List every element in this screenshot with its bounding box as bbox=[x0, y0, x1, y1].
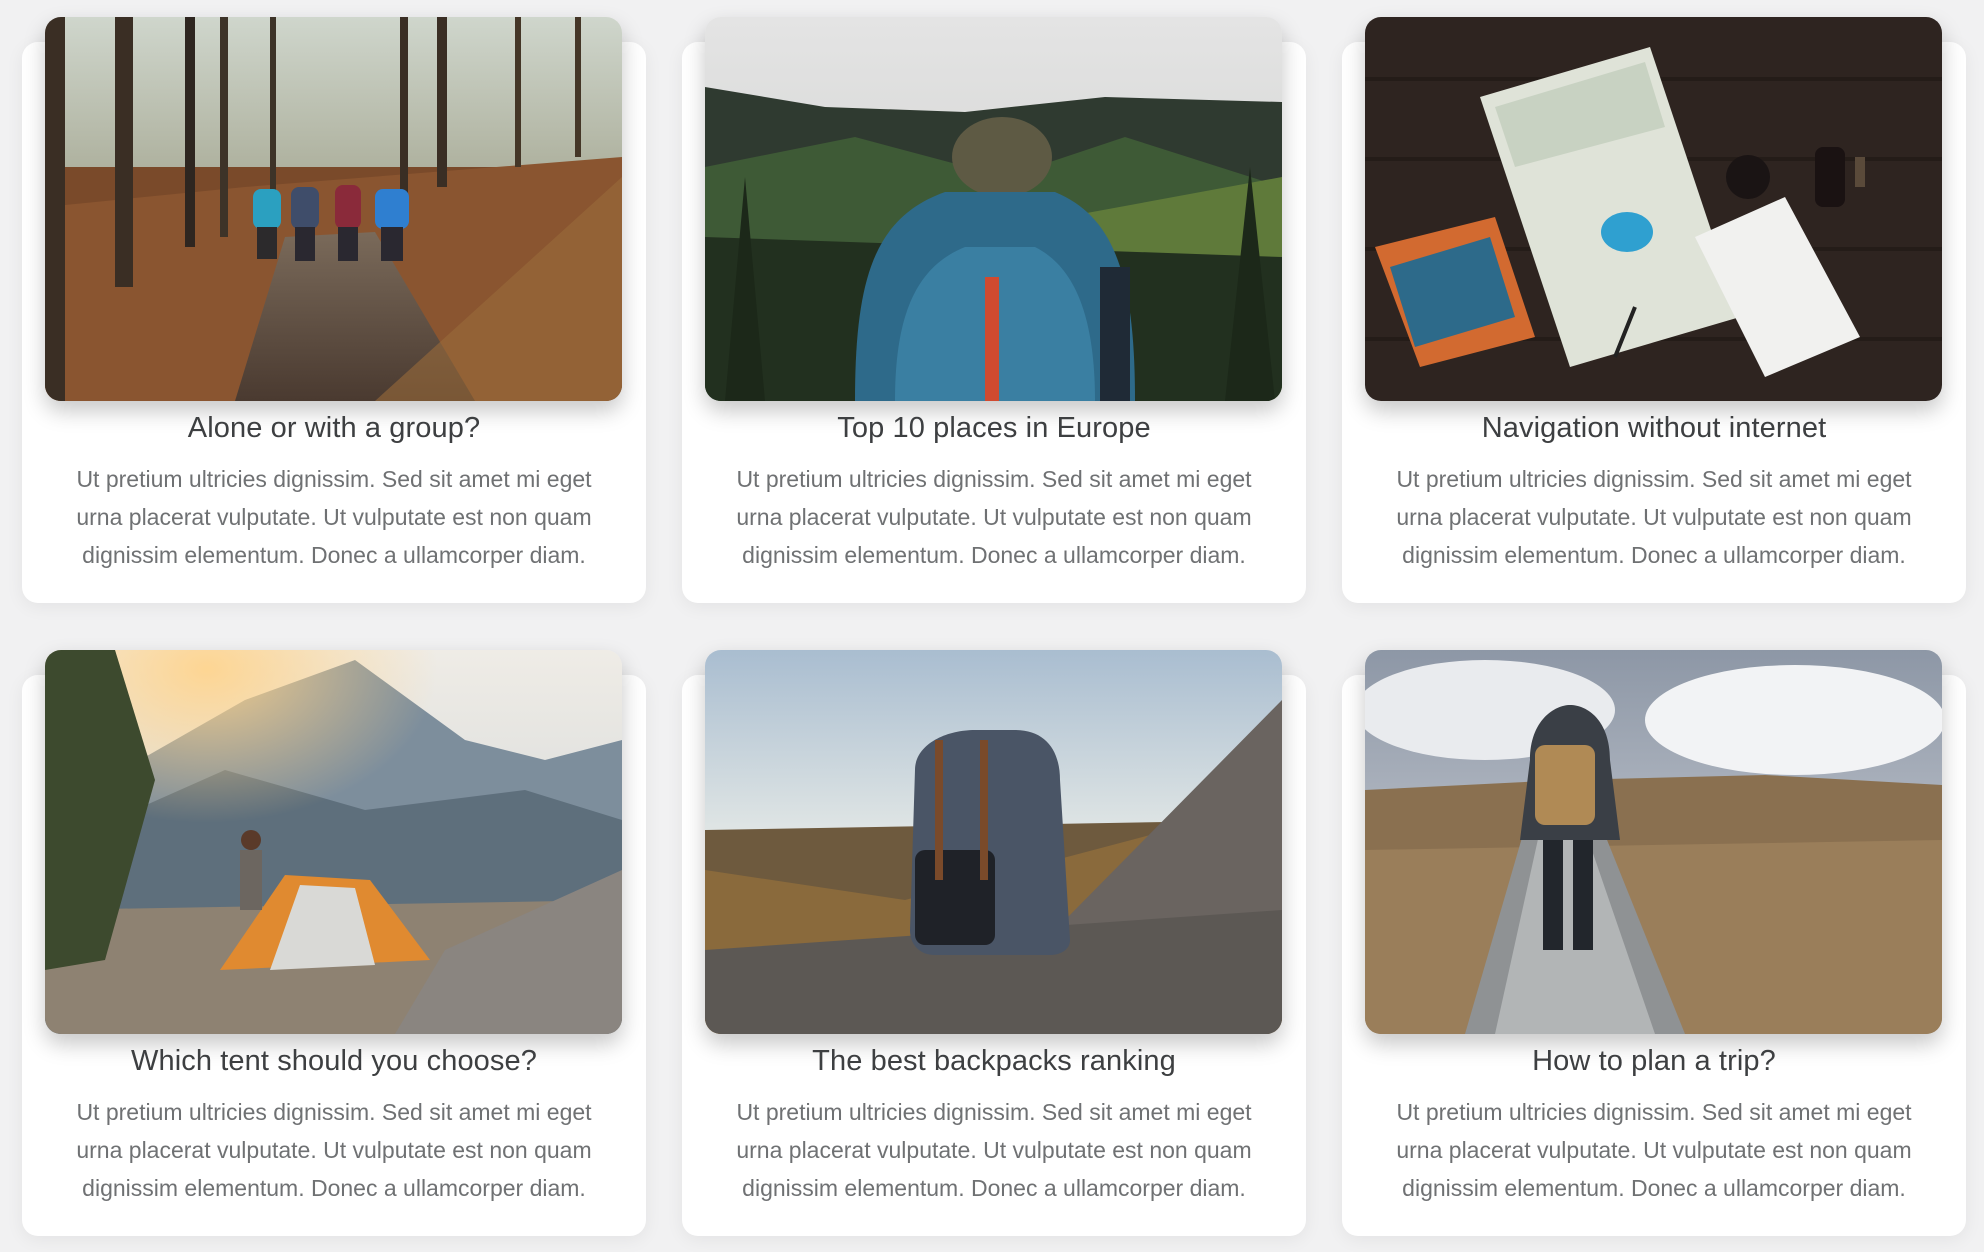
card-grid: Alone or with a group? Ut pretium ultric… bbox=[0, 0, 1984, 1252]
card-description: Ut pretium ultricies dignissim. Sed sit … bbox=[1396, 1099, 1912, 1201]
card-plan-a-trip[interactable]: How to plan a trip? Ut pretium ultricies… bbox=[1342, 650, 1966, 1236]
paper-map-table-photo bbox=[1365, 17, 1942, 401]
card-title[interactable]: The best backpacks ranking bbox=[682, 1043, 1306, 1079]
card-image[interactable] bbox=[45, 650, 622, 1034]
hiker-stone-path-photo bbox=[1365, 650, 1942, 1034]
card-title[interactable]: Top 10 places in Europe bbox=[682, 410, 1306, 446]
card-navigation-without-internet[interactable]: Navigation without internet Ut pretium u… bbox=[1342, 17, 1966, 603]
card-image[interactable] bbox=[705, 650, 1282, 1034]
card-which-tent[interactable]: Which tent should you choose? Ut pretium… bbox=[22, 650, 646, 1236]
backpack-rocks-photo bbox=[705, 650, 1282, 1034]
forest-hikers-photo bbox=[45, 17, 622, 401]
card-title[interactable]: How to plan a trip? bbox=[1342, 1043, 1966, 1079]
mountain-tent-photo bbox=[45, 650, 622, 1034]
card-description: Ut pretium ultricies dignissim. Sed sit … bbox=[76, 466, 592, 568]
card-description: Ut pretium ultricies dignissim. Sed sit … bbox=[736, 1099, 1252, 1201]
card-top-places-europe[interactable]: Top 10 places in Europe Ut pretium ultri… bbox=[682, 17, 1306, 603]
card-image[interactable] bbox=[705, 17, 1282, 401]
card-alone-or-group[interactable]: Alone or with a group? Ut pretium ultric… bbox=[22, 17, 646, 603]
card-image[interactable] bbox=[1365, 650, 1942, 1034]
card-title[interactable]: Alone or with a group? bbox=[22, 410, 646, 446]
card-description: Ut pretium ultricies dignissim. Sed sit … bbox=[76, 1099, 592, 1201]
card-image[interactable] bbox=[45, 17, 622, 401]
card-description: Ut pretium ultricies dignissim. Sed sit … bbox=[1396, 466, 1912, 568]
card-best-backpacks[interactable]: The best backpacks ranking Ut pretium ul… bbox=[682, 650, 1306, 1236]
card-image[interactable] bbox=[1365, 17, 1942, 401]
card-description: Ut pretium ultricies dignissim. Sed sit … bbox=[736, 466, 1252, 568]
backpacker-valley-photo bbox=[705, 17, 1282, 401]
card-title[interactable]: Which tent should you choose? bbox=[22, 1043, 646, 1079]
card-title[interactable]: Navigation without internet bbox=[1342, 410, 1966, 446]
